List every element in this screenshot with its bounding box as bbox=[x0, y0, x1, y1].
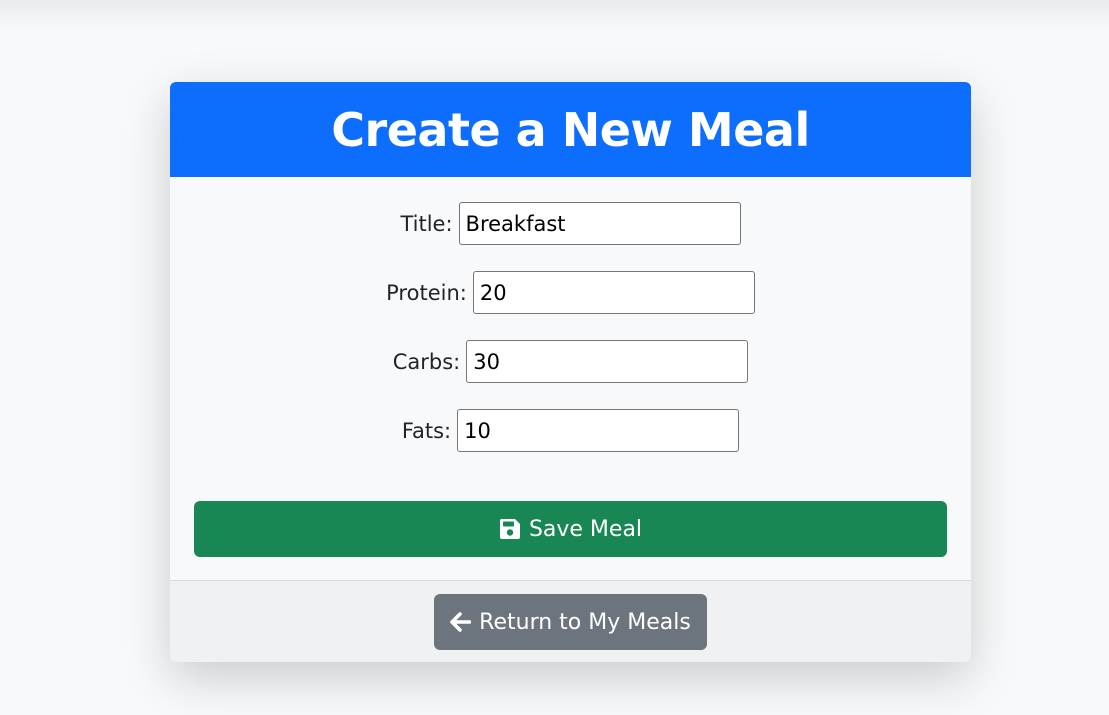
fats-input[interactable] bbox=[457, 409, 740, 452]
title-label: Title: bbox=[400, 211, 453, 236]
fats-field-row: Fats: bbox=[170, 408, 971, 453]
top-shadow bbox=[0, 0, 1109, 30]
carbs-field-row: Carbs: bbox=[170, 339, 971, 384]
title-input[interactable] bbox=[458, 202, 741, 245]
return-to-my-meals-button[interactable]: Return to My Meals bbox=[434, 594, 707, 650]
card-footer: Return to My Meals bbox=[170, 580, 971, 662]
create-meal-card: Create a New Meal Title: Protein: Carbs:… bbox=[170, 82, 971, 662]
save-meal-button[interactable]: Save Meal bbox=[194, 501, 947, 557]
floppy-disk-icon bbox=[499, 519, 520, 539]
meal-form: Title: Protein: Carbs: Fats: Save Meal bbox=[170, 177, 971, 580]
arrow-left-icon bbox=[450, 612, 472, 632]
carbs-input[interactable] bbox=[466, 340, 749, 383]
protein-input[interactable] bbox=[472, 271, 755, 314]
return-label: Return to My Meals bbox=[479, 609, 691, 635]
page-title: Create a New Meal bbox=[331, 102, 810, 157]
protein-field-row: Protein: bbox=[170, 270, 971, 315]
card-header: Create a New Meal bbox=[170, 82, 971, 177]
title-field-row: Title: bbox=[170, 201, 971, 246]
fats-label: Fats: bbox=[401, 418, 452, 443]
protein-label: Protein: bbox=[386, 280, 467, 305]
carbs-label: Carbs: bbox=[392, 349, 461, 374]
save-meal-label: Save Meal bbox=[528, 516, 643, 542]
